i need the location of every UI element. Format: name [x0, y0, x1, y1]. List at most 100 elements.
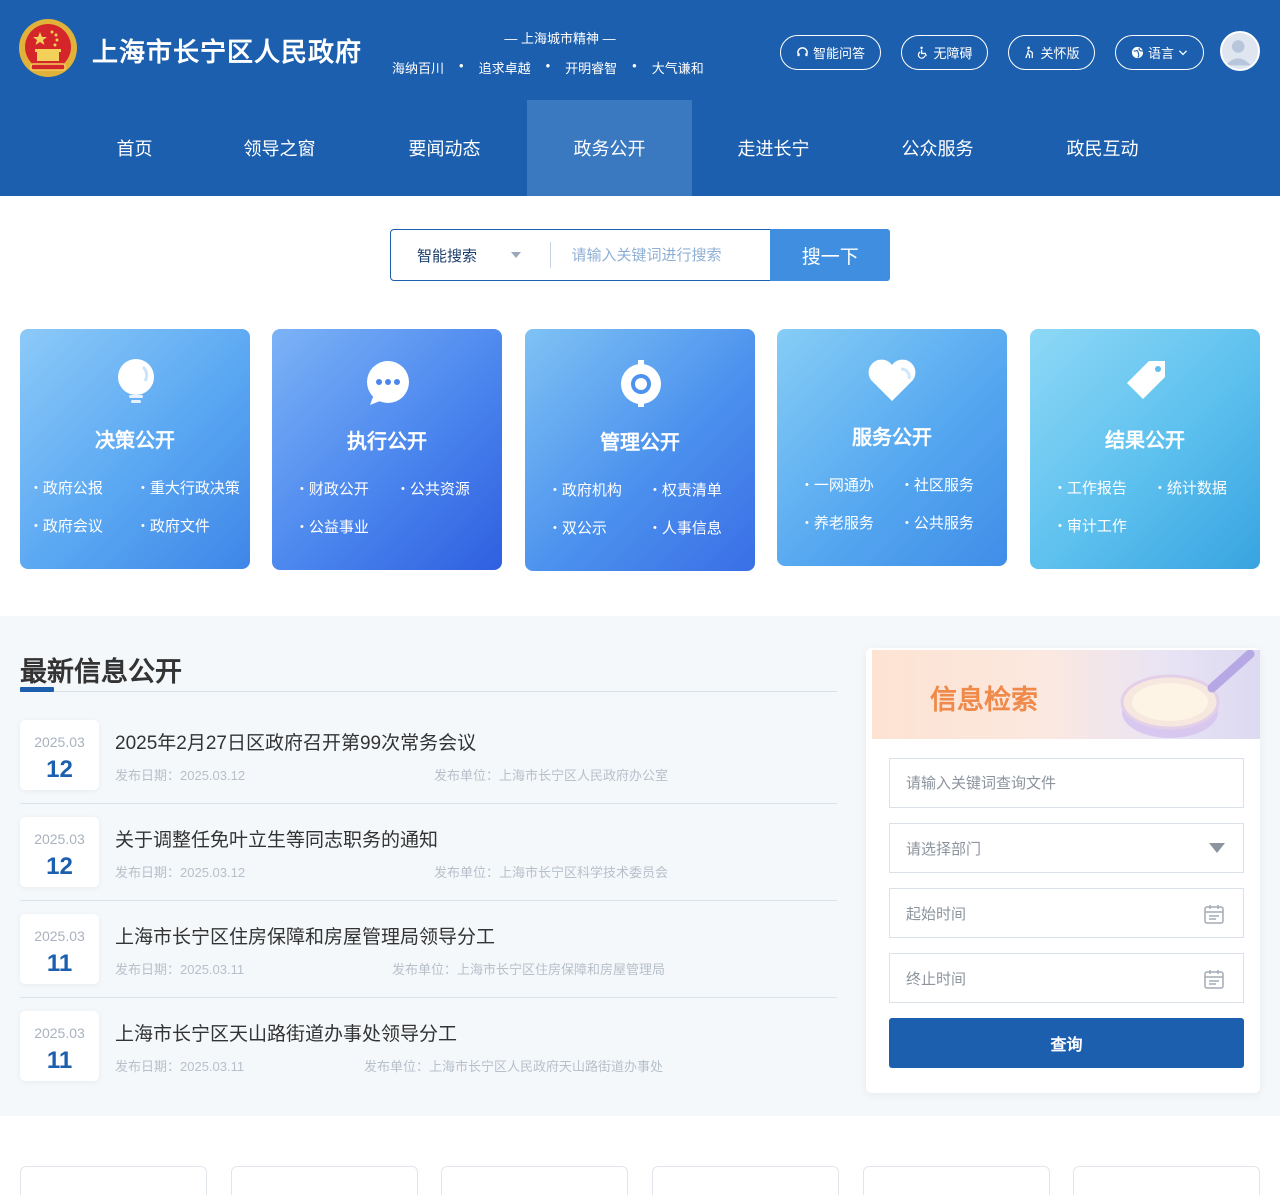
news-list-item[interactable]: 2025.03 11 上海市长宁区天山路街道办事处领导分工 发布日期：2025.… [20, 1011, 837, 1081]
caret-down-icon [1209, 843, 1225, 853]
news-title-link[interactable]: 上海市长宁区住房保障和房屋管理局领导分工 [115, 922, 495, 949]
caret-down-icon [511, 252, 521, 258]
publish-unit-label: 发布单位： [364, 1059, 430, 1074]
retrieval-title: 信息检索 [930, 685, 1038, 716]
news-list-item[interactable]: 2025.03 12 2025年2月27日区政府召开第99次常务会议 发布日期：… [20, 720, 837, 790]
nav-item-home[interactable]: 首页 [52, 100, 217, 196]
card-link[interactable]: 权责清单 [653, 479, 722, 500]
card-link[interactable]: 公共服务 [905, 512, 974, 533]
start-date-field[interactable]: 起始时间 [889, 888, 1244, 938]
search-type-select[interactable]: 智能搜索 [391, 230, 550, 280]
publish-unit-value: 上海市长宁区科学技术委员会 [499, 865, 669, 880]
card-title: 结果公开 [1105, 428, 1185, 452]
accessibility-button[interactable]: 无障碍 [901, 35, 988, 70]
card-link[interactable]: 社区服务 [905, 474, 974, 495]
chevron-down-icon [1178, 49, 1188, 55]
card-management-disclosure[interactable]: 管理公开 政府机构 权责清单 双公示 人事信息 [525, 329, 755, 571]
spirit-value: 开明睿智 [565, 61, 618, 76]
card-link[interactable]: 一网通办 [805, 474, 874, 495]
ai-qa-label: 智能问答 [812, 46, 865, 61]
card-link[interactable]: 审计工作 [1058, 515, 1127, 536]
keyword-field[interactable] [889, 758, 1244, 808]
divider [20, 900, 837, 901]
search-button[interactable]: 搜一下 [770, 229, 890, 281]
news-publish-date: 发布日期：2025.03.11 [115, 1056, 244, 1075]
news-day: 12 [46, 756, 73, 783]
divider [20, 691, 837, 692]
divider [20, 803, 837, 804]
card-link[interactable]: 养老服务 [805, 512, 874, 533]
card-execution-disclosure[interactable]: 执行公开 财政公开 公共资源 公益事业 [272, 329, 502, 570]
nav-item-public-service[interactable]: 公众服务 [855, 100, 1020, 196]
ai-qa-button[interactable]: 智能问答 [780, 35, 881, 70]
search-input[interactable] [551, 230, 771, 280]
site-header: 上海市长宁区人民政府 — 上海城市精神 — 海纳百川 • 追求卓越 • 开明睿智 • … [0, 0, 1280, 100]
publish-date-value: 2025.03.11 [180, 1059, 245, 1074]
card-link[interactable]: 人事信息 [653, 517, 722, 538]
card-link[interactable]: 统计数据 [1158, 477, 1227, 498]
elder-person-icon [1025, 46, 1034, 59]
bottom-card[interactable] [20, 1166, 207, 1195]
card-link[interactable]: 财政公开 [300, 478, 369, 499]
bottom-card[interactable] [441, 1166, 628, 1195]
card-link[interactable]: 双公示 [553, 517, 607, 538]
title-accent-bar [20, 687, 54, 692]
publish-unit-label: 发布单位： [392, 962, 458, 977]
publish-date-label: 发布日期： [115, 1059, 181, 1074]
magnifier-decoration-icon [1120, 650, 1255, 738]
language-button[interactable]: 语言 [1115, 35, 1204, 70]
news-date-badge: 2025.03 12 [20, 817, 99, 887]
query-button[interactable]: 查询 [889, 1018, 1244, 1068]
elder-mode-button[interactable]: 关怀版 [1008, 35, 1095, 70]
keyword-input[interactable] [906, 774, 1206, 792]
end-date-placeholder: 终止时间 [906, 970, 967, 988]
card-link[interactable]: 重大行政决策 [141, 477, 240, 498]
bottom-card[interactable] [1073, 1166, 1260, 1195]
card-link[interactable]: 公共资源 [401, 478, 470, 499]
publish-unit-label: 发布单位： [434, 865, 500, 880]
bottom-card[interactable] [231, 1166, 418, 1195]
card-link[interactable]: 政府会议 [34, 515, 103, 536]
news-title-link[interactable]: 2025年2月27日区政府召开第99次常务会议 [115, 728, 476, 755]
card-link[interactable]: 公益事业 [300, 516, 369, 537]
site-title[interactable]: 上海市长宁区人民政府 [92, 32, 362, 69]
news-publish-unit: 发布单位：上海市长宁区住房保障和房屋管理局 [392, 959, 665, 978]
end-date-field[interactable]: 终止时间 [889, 953, 1244, 1003]
tag-icon [1127, 361, 1165, 399]
spirit-value: 大气谦和 [651, 61, 704, 76]
nav-item-about-changning[interactable]: 走进长宁 [691, 100, 856, 196]
bottom-card[interactable] [652, 1166, 839, 1195]
card-link[interactable]: 政府公报 [34, 477, 103, 498]
card-link[interactable]: 工作报告 [1058, 477, 1127, 498]
elder-mode-label: 关怀版 [1040, 46, 1080, 61]
nav-item-news[interactable]: 要闻动态 [362, 100, 527, 196]
card-decision-disclosure[interactable]: 决策公开 政府公报 重大行政决策 政府会议 政府文件 [20, 329, 250, 569]
news-publish-unit: 发布单位：上海市长宁区人民政府办公室 [434, 765, 668, 784]
nav-item-leaders[interactable]: 领导之窗 [197, 100, 362, 196]
nav-item-interaction[interactable]: 政民互动 [1020, 100, 1185, 196]
user-avatar[interactable] [1220, 31, 1260, 71]
card-link[interactable]: 政府机构 [553, 479, 622, 500]
city-spirit-title: — 上海城市精神 — [504, 31, 616, 46]
news-title-link[interactable]: 上海市长宁区天山路街道办事处领导分工 [115, 1019, 457, 1046]
nav-item-gov-disclosure[interactable]: 政务公开 [527, 100, 692, 196]
card-service-disclosure[interactable]: 服务公开 一网通办 社区服务 养老服务 公共服务 [777, 329, 1007, 566]
search-type-label: 智能搜索 [417, 247, 478, 265]
news-year-month: 2025.03 [34, 734, 85, 750]
bottom-card[interactable] [863, 1166, 1050, 1195]
national-emblem-icon [19, 19, 77, 77]
news-day: 11 [46, 950, 73, 977]
card-link[interactable]: 政府文件 [141, 515, 210, 536]
publish-unit-value: 上海市长宁区人民政府办公室 [499, 768, 669, 783]
news-title-link[interactable]: 关于调整任免叶立生等同志职务的通知 [115, 825, 438, 852]
news-list-item[interactable]: 2025.03 11 上海市长宁区住房保障和房屋管理局领导分工 发布日期：202… [20, 914, 837, 984]
spirit-value: 海纳百川 [392, 61, 445, 76]
publish-unit-value: 上海市长宁区住房保障和房屋管理局 [457, 962, 666, 977]
wheelchair-icon [918, 46, 928, 59]
department-placeholder: 请选择部门 [906, 840, 982, 858]
news-list-item[interactable]: 2025.03 12 关于调整任免叶立生等同志职务的通知 发布日期：2025.0… [20, 817, 837, 887]
news-publish-date: 发布日期：2025.03.12 [115, 765, 245, 784]
card-result-disclosure[interactable]: 结果公开 工作报告 统计数据 审计工作 [1030, 329, 1260, 569]
publish-date-label: 发布日期： [115, 865, 181, 880]
department-select[interactable]: 请选择部门 [889, 823, 1244, 873]
